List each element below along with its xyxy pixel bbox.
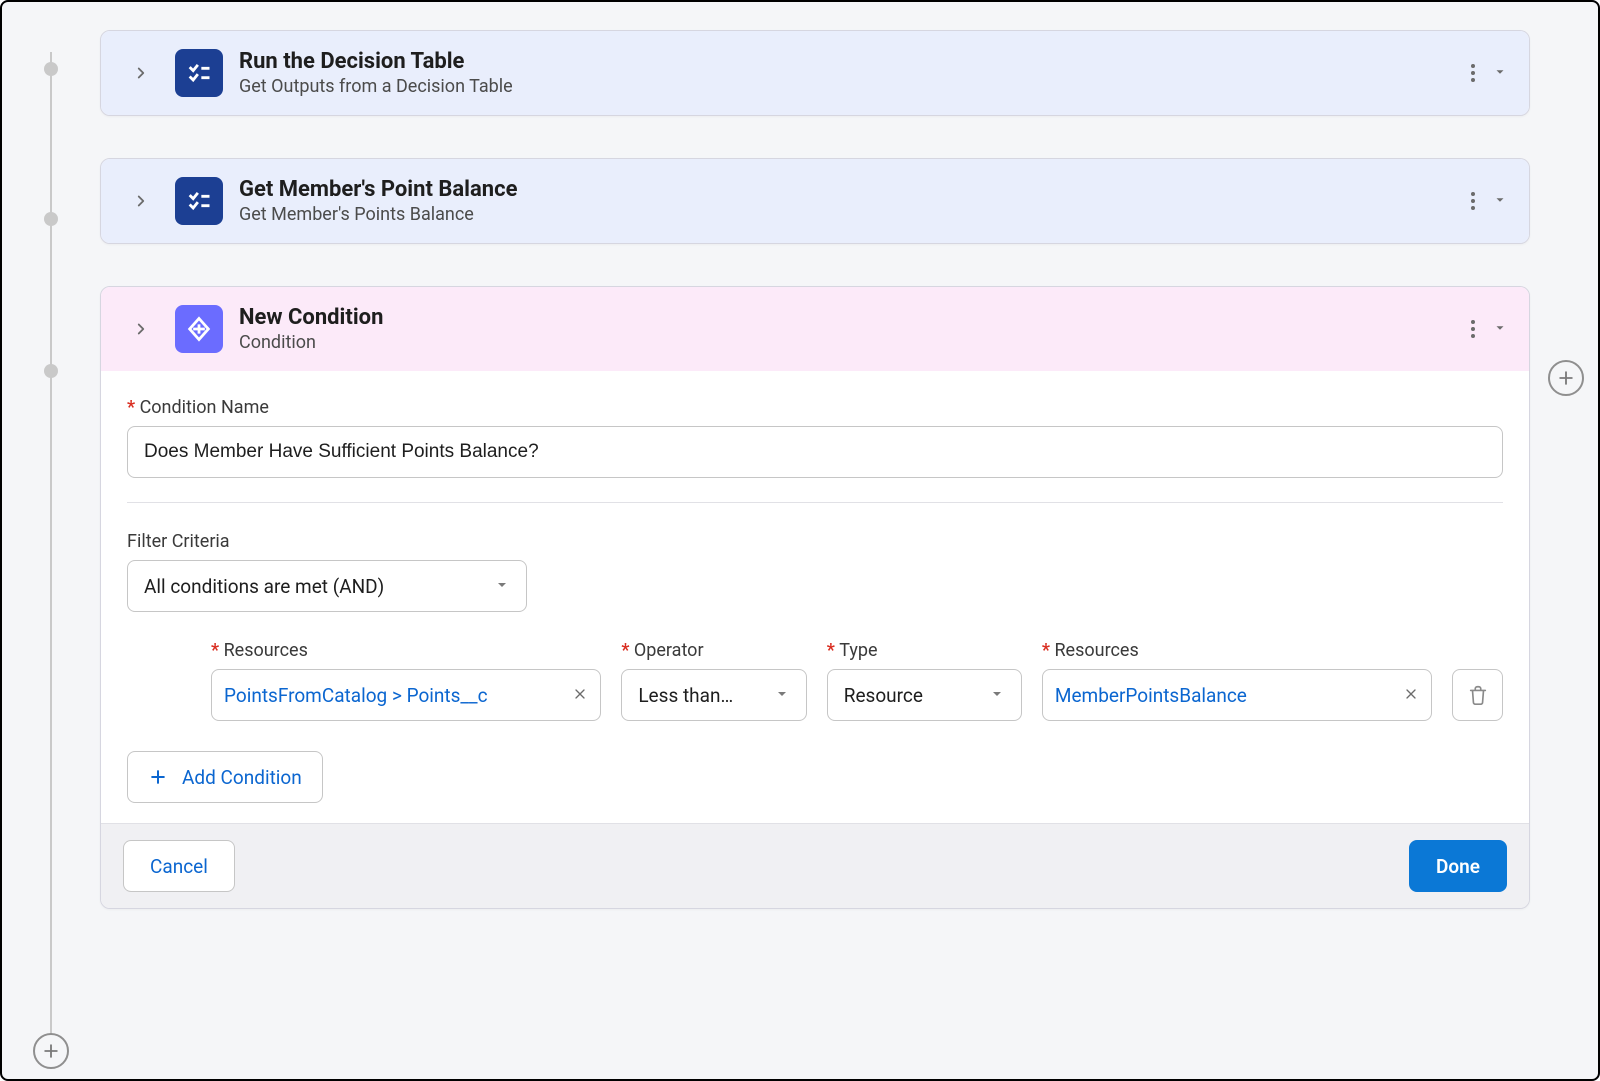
- resource-right-input[interactable]: MemberPointsBalance: [1042, 669, 1432, 721]
- step-card-decision-table: Run the Decision Table Get Outputs from …: [100, 30, 1530, 116]
- step-card-new-condition: New Condition Condition Condition Name: [100, 286, 1530, 909]
- clear-icon[interactable]: [1403, 684, 1419, 707]
- resources-right-label: Resources: [1042, 640, 1432, 661]
- step-card-member-balance: Get Member's Point Balance Get Member's …: [100, 158, 1530, 244]
- timeline-dot: [44, 212, 58, 226]
- step-title: Get Member's Point Balance: [239, 177, 517, 202]
- step-title: New Condition: [239, 305, 383, 330]
- separator: [127, 502, 1503, 503]
- add-condition-button[interactable]: Add Condition: [127, 751, 323, 803]
- resource-left-input[interactable]: PointsFromCatalog > Points__c: [211, 669, 601, 721]
- chevron-down-icon[interactable]: [1493, 64, 1507, 83]
- cancel-button[interactable]: Cancel: [123, 840, 235, 892]
- chevron-down-icon: [989, 684, 1005, 707]
- add-branch-button[interactable]: [1548, 360, 1584, 396]
- expand-toggle[interactable]: [123, 55, 159, 91]
- delete-row-button[interactable]: [1452, 669, 1503, 721]
- condition-name-input[interactable]: [127, 426, 1503, 478]
- expand-toggle[interactable]: [123, 183, 159, 219]
- add-condition-label: Add Condition: [182, 766, 302, 789]
- condition-icon: [175, 305, 223, 353]
- filter-criteria-value: All conditions are met (AND): [144, 575, 384, 598]
- operator-value: Less than…: [638, 684, 733, 707]
- chevron-down-icon[interactable]: [1493, 320, 1507, 339]
- type-label: Type: [827, 640, 1022, 661]
- resource-right-token: MemberPointsBalance: [1055, 684, 1393, 707]
- operator-label: Operator: [621, 640, 806, 661]
- resources-label: Resources: [211, 640, 601, 661]
- chevron-down-icon: [774, 684, 790, 707]
- step-subtitle: Condition: [239, 332, 383, 353]
- done-button[interactable]: Done: [1409, 840, 1507, 892]
- step-subtitle: Get Member's Points Balance: [239, 204, 517, 225]
- filter-criteria-select[interactable]: All conditions are met (AND): [127, 560, 527, 612]
- type-select[interactable]: Resource: [827, 669, 1022, 721]
- condition-row: Resources PointsFromCatalog > Points__c …: [127, 640, 1503, 721]
- step-title: Run the Decision Table: [239, 49, 513, 74]
- more-menu-icon[interactable]: [1465, 58, 1481, 88]
- clear-icon[interactable]: [572, 684, 588, 707]
- type-value: Resource: [844, 684, 923, 707]
- list-icon: [175, 177, 223, 225]
- timeline-dot: [44, 364, 58, 378]
- condition-name-label: Condition Name: [127, 397, 1503, 418]
- resource-left-token: PointsFromCatalog > Points__c: [224, 684, 562, 707]
- timeline-dot: [44, 62, 58, 76]
- expand-toggle[interactable]: [123, 311, 159, 347]
- more-menu-icon[interactable]: [1465, 186, 1481, 216]
- add-step-button[interactable]: [33, 1033, 69, 1069]
- step-subtitle: Get Outputs from a Decision Table: [239, 76, 513, 97]
- decision-table-icon: [175, 49, 223, 97]
- more-menu-icon[interactable]: [1465, 314, 1481, 344]
- chevron-down-icon[interactable]: [1493, 192, 1507, 211]
- timeline-rail: [50, 52, 52, 1069]
- chevron-down-icon: [494, 575, 510, 598]
- filter-criteria-label: Filter Criteria: [127, 531, 1503, 552]
- operator-select[interactable]: Less than…: [621, 669, 806, 721]
